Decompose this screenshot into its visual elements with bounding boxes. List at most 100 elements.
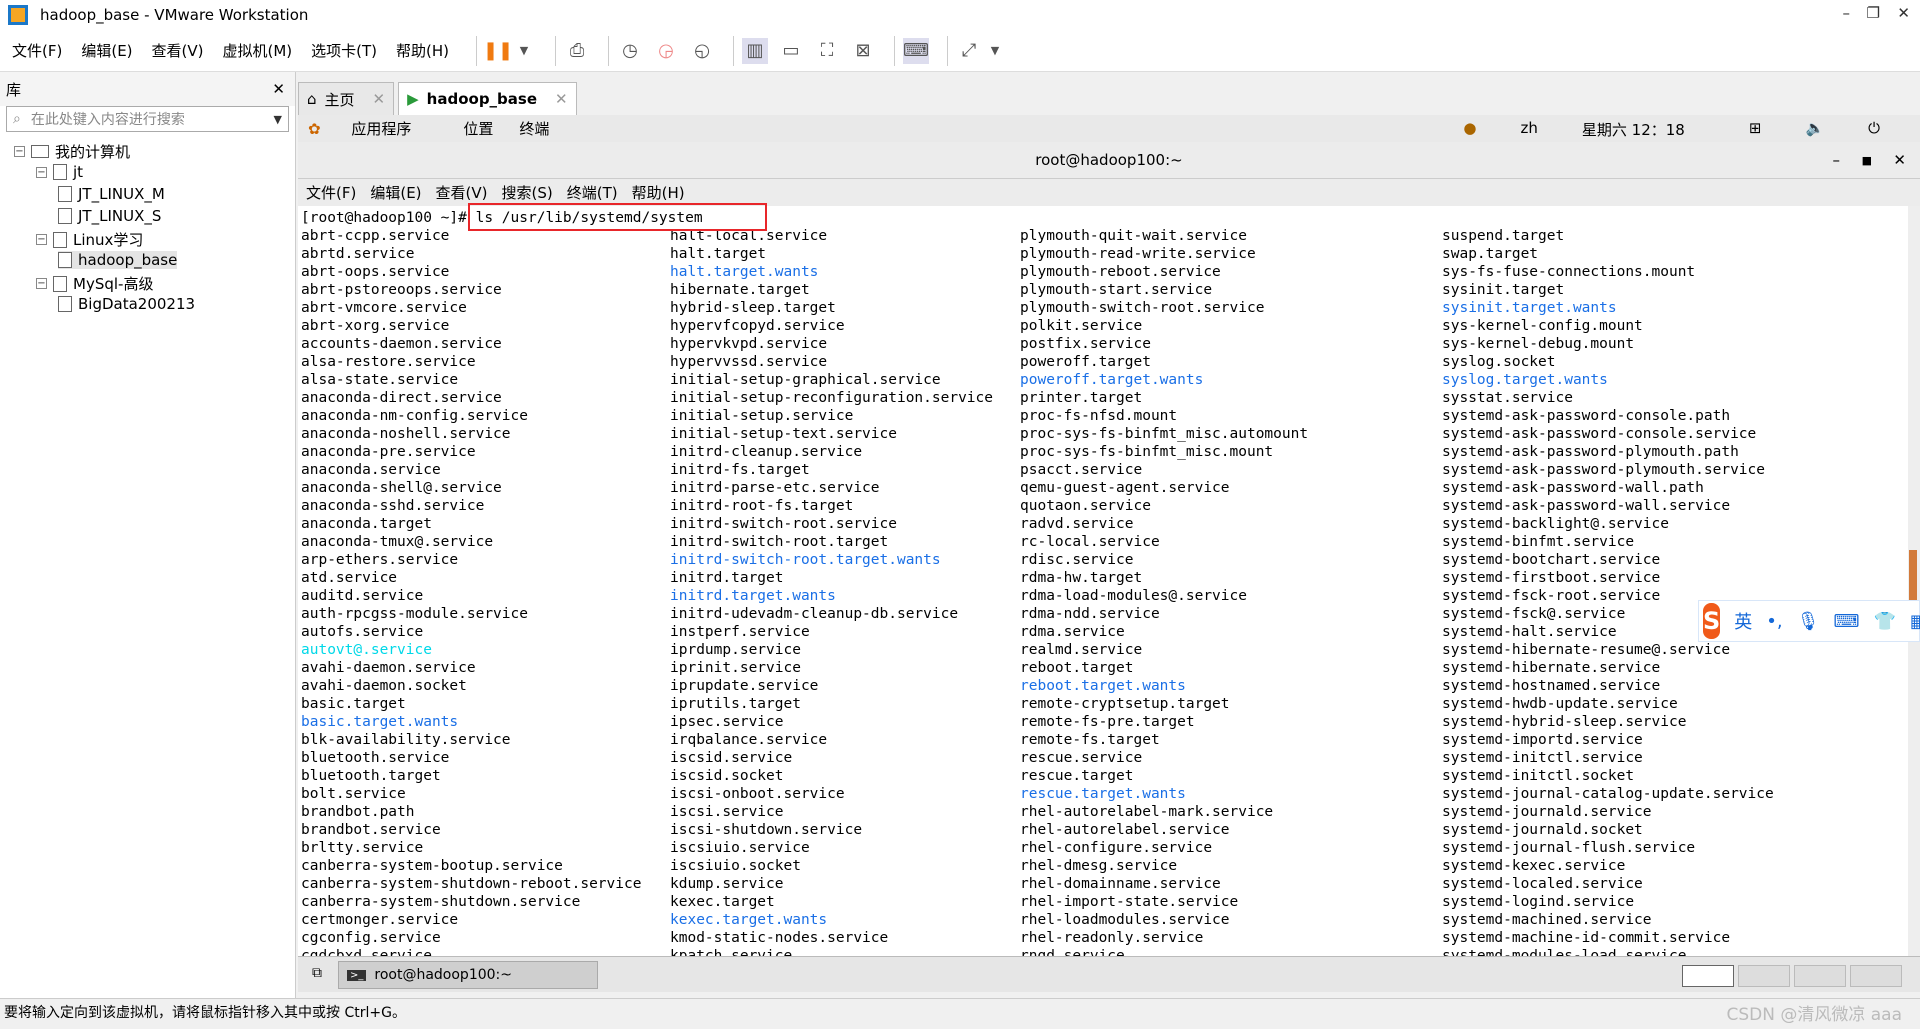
- workspace-2[interactable]: [1738, 965, 1790, 987]
- file-entry: initial-setup-text.service: [670, 426, 897, 442]
- tree-item[interactable]: − Linux学习: [36, 229, 143, 250]
- thumbnail-view-icon[interactable]: ▭: [778, 38, 804, 64]
- workspace-3[interactable]: [1794, 965, 1846, 987]
- skin-icon[interactable]: 👕: [1873, 611, 1895, 632]
- menu-vm[interactable]: 虚拟机(M): [223, 40, 293, 61]
- snapshot-manager-icon[interactable]: ◵: [689, 38, 715, 64]
- collapse-icon[interactable]: −: [36, 166, 47, 178]
- library-close-button[interactable]: ✕: [272, 80, 285, 98]
- toolbox-icon[interactable]: ▦: [1910, 611, 1920, 632]
- file-entry: anaconda.target: [301, 516, 432, 532]
- terminal-menu-help[interactable]: 帮助(H): [632, 182, 685, 203]
- power-icon[interactable]: ⏻: [1868, 119, 1880, 140]
- directory-entry: basic.target.wants: [301, 714, 459, 730]
- tree-item[interactable]: − 我的计算机: [14, 141, 130, 162]
- chevron-down-icon[interactable]: ▼: [511, 38, 537, 64]
- tree-item-label: 我的计算机: [55, 143, 131, 161]
- tree-item[interactable]: JT_LINUX_M: [58, 185, 165, 203]
- directory-entry: initrd-switch-root.target.wants: [670, 552, 941, 568]
- network-icon[interactable]: ⊞: [1749, 119, 1762, 140]
- maximize-button[interactable]: ❐: [1867, 4, 1880, 22]
- tab-hadoop-base[interactable]: ▶ hadoop_base ✕: [398, 82, 577, 115]
- punctuation-icon[interactable]: •,: [1766, 611, 1782, 632]
- minimize-button[interactable]: –: [1843, 4, 1851, 22]
- menu-help[interactable]: 帮助(H): [396, 40, 449, 61]
- taskbar-item-terminal[interactable]: >_ root@hadoop100:~: [338, 961, 598, 989]
- file-entry: systemd-hibernate.service: [1442, 660, 1661, 676]
- vm-icon: [58, 296, 72, 312]
- ime-mode[interactable]: 英: [1734, 608, 1752, 634]
- collapse-icon[interactable]: −: [14, 146, 25, 157]
- file-entry: rhel-readonly.service: [1020, 930, 1204, 946]
- terminal-menu[interactable]: 终端: [519, 118, 549, 139]
- menu-tabs[interactable]: 选项卡(T): [311, 40, 377, 61]
- keyboard-icon[interactable]: ⌨: [1834, 611, 1860, 632]
- menu-file[interactable]: 文件(F): [12, 40, 62, 61]
- tab-label: hadoop_base: [426, 90, 538, 108]
- vmware-logo-icon: [8, 5, 28, 25]
- collapse-icon[interactable]: −: [36, 234, 47, 245]
- file-entry: canberra-system-shutdown-reboot.service: [301, 876, 642, 892]
- stretch-icon[interactable]: ⤢: [956, 38, 982, 64]
- revert-snapshot-icon[interactable]: ◶: [653, 38, 679, 64]
- file-entry: abrtd.service: [301, 246, 415, 262]
- unity-icon[interactable]: ⊠: [850, 38, 876, 64]
- terminal-output[interactable]: [root@hadoop100 ~]# ls /usr/lib/systemd/…: [298, 206, 1908, 956]
- library-search-input[interactable]: ⌕ 在此处键入内容进行搜索 ▼: [6, 106, 289, 132]
- collapse-icon[interactable]: −: [36, 278, 47, 289]
- places-menu[interactable]: 位置: [463, 118, 493, 139]
- file-entry: rc-local.service: [1020, 534, 1160, 550]
- pause-icon[interactable]: ❚❚: [483, 38, 513, 64]
- tree-item[interactable]: hadoop_base: [58, 251, 178, 269]
- show-desktop-icon[interactable]: ⧉: [312, 965, 322, 981]
- volume-icon[interactable]: 🔈: [1805, 119, 1824, 140]
- language-indicator[interactable]: zh: [1521, 119, 1538, 140]
- clock[interactable]: 星期六 12：18: [1582, 119, 1685, 140]
- close-tab-icon[interactable]: ✕: [373, 90, 386, 108]
- terminal-menu-terminal[interactable]: 终端(T): [567, 182, 618, 203]
- file-entry: rhel-dmesg.service: [1020, 858, 1178, 874]
- close-button[interactable]: ✕: [1897, 4, 1910, 22]
- file-entry: systemd-fsck@.service: [1442, 606, 1626, 622]
- file-entry: systemd-binfmt.service: [1442, 534, 1635, 550]
- file-entry: instperf.service: [670, 624, 810, 640]
- menu-view[interactable]: 查看(V): [152, 40, 204, 61]
- file-entry: realmd.service: [1020, 642, 1143, 658]
- terminal-menu-file[interactable]: 文件(F): [306, 182, 356, 203]
- file-entry: initrd-parse-etc.service: [670, 480, 880, 496]
- send-keys-icon[interactable]: ⎙: [564, 38, 590, 64]
- workspace-1[interactable]: [1682, 965, 1734, 987]
- applications-menu[interactable]: ✿ 应用程序: [308, 118, 437, 139]
- tab-home[interactable]: ⌂ 主页 ✕: [298, 82, 395, 115]
- terminal-menu-edit[interactable]: 编辑(E): [370, 182, 421, 203]
- file-entry: initrd-cleanup.service: [670, 444, 863, 460]
- microphone-icon[interactable]: 🎙: [1797, 611, 1820, 632]
- tree-item[interactable]: − MySql-高级: [36, 273, 153, 294]
- terminal-close-button[interactable]: ✕: [1893, 142, 1906, 179]
- file-entry: systemd-ask-password-plymouth.path: [1442, 444, 1739, 460]
- input-method-icon[interactable]: ●: [1463, 119, 1476, 140]
- terminal-menu-search[interactable]: 搜索(S): [502, 182, 553, 203]
- workspace-4[interactable]: [1850, 965, 1902, 987]
- fullscreen-icon[interactable]: ⛶: [814, 38, 840, 64]
- chevron-down-icon[interactable]: ▼: [982, 38, 1008, 64]
- snapshot-icon[interactable]: ◷: [617, 38, 643, 64]
- library-view-icon[interactable]: ▥: [742, 37, 769, 64]
- file-entry: kexec.target: [670, 894, 775, 910]
- file-entry: systemd-backlight@.service: [1442, 516, 1669, 532]
- close-tab-icon[interactable]: ✕: [555, 90, 568, 108]
- file-entry: systemd-machined.service: [1442, 912, 1652, 928]
- tree-item[interactable]: JT_LINUX_S: [58, 207, 161, 225]
- tree-item[interactable]: − jt: [36, 163, 83, 181]
- menu-edit[interactable]: 编辑(E): [81, 40, 132, 61]
- file-entry: atd.service: [301, 570, 398, 586]
- file-entry: quotaon.service: [1020, 498, 1151, 514]
- vm-icon: [53, 275, 67, 292]
- console-icon[interactable]: ⌨: [903, 37, 930, 64]
- chevron-down-icon[interactable]: ▼: [274, 113, 282, 126]
- terminal-maximize-button[interactable]: ■: [1862, 142, 1872, 179]
- terminal-minimize-button[interactable]: –: [1833, 142, 1841, 179]
- terminal-menu-view[interactable]: 查看(V): [436, 182, 488, 203]
- file-entry: iscsi-onboot.service: [670, 786, 845, 802]
- tree-item[interactable]: BigData200213: [58, 295, 195, 313]
